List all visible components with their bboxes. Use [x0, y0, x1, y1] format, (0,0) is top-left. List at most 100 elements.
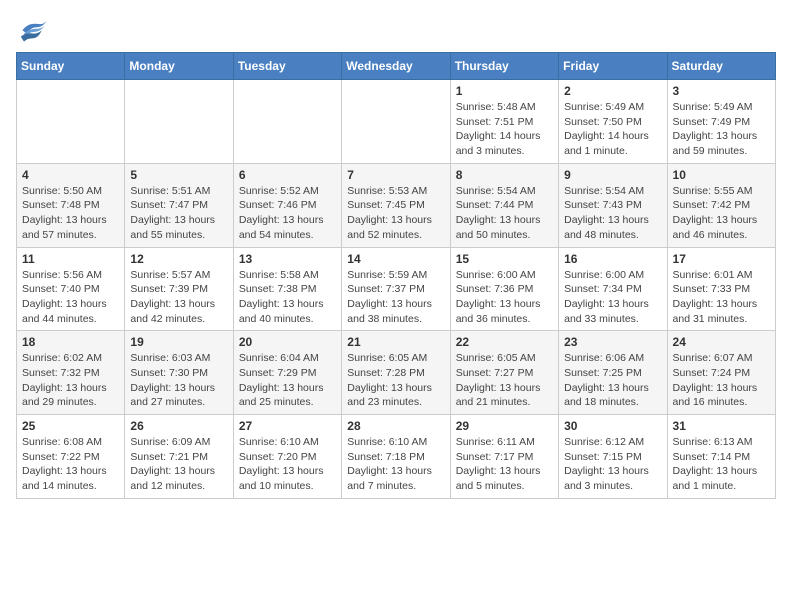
day-info: Sunrise: 6:01 AM Sunset: 7:33 PM Dayligh… [673, 268, 770, 327]
calendar-week-3: 11 Sunrise: 5:56 AM Sunset: 7:40 PM Dayli… [17, 247, 776, 331]
day-number: 28 [347, 419, 444, 433]
day-number: 15 [456, 252, 553, 266]
calendar-header-row: SundayMondayTuesdayWednesdayThursdayFrid… [17, 53, 776, 80]
day-number: 20 [239, 335, 336, 349]
day-info: Sunrise: 5:49 AM Sunset: 7:50 PM Dayligh… [564, 100, 661, 159]
calendar-cell: 29 Sunrise: 6:11 AM Sunset: 7:17 PM Dayli… [450, 415, 558, 499]
day-info: Sunrise: 6:13 AM Sunset: 7:14 PM Dayligh… [673, 435, 770, 494]
day-info: Sunrise: 5:54 AM Sunset: 7:43 PM Dayligh… [564, 184, 661, 243]
day-number: 30 [564, 419, 661, 433]
calendar-cell: 5 Sunrise: 5:51 AM Sunset: 7:47 PM Daylig… [125, 163, 233, 247]
day-info: Sunrise: 5:57 AM Sunset: 7:39 PM Dayligh… [130, 268, 227, 327]
calendar-table: SundayMondayTuesdayWednesdayThursdayFrid… [16, 52, 776, 499]
page-header [16, 16, 776, 44]
day-number: 12 [130, 252, 227, 266]
day-info: Sunrise: 5:51 AM Sunset: 7:47 PM Dayligh… [130, 184, 227, 243]
calendar-cell [233, 80, 341, 164]
calendar-cell: 11 Sunrise: 5:56 AM Sunset: 7:40 PM Dayli… [17, 247, 125, 331]
calendar-week-2: 4 Sunrise: 5:50 AM Sunset: 7:48 PM Daylig… [17, 163, 776, 247]
day-number: 13 [239, 252, 336, 266]
day-info: Sunrise: 6:05 AM Sunset: 7:28 PM Dayligh… [347, 351, 444, 410]
day-number: 11 [22, 252, 119, 266]
calendar-cell: 12 Sunrise: 5:57 AM Sunset: 7:39 PM Dayli… [125, 247, 233, 331]
day-number: 17 [673, 252, 770, 266]
calendar-cell: 27 Sunrise: 6:10 AM Sunset: 7:20 PM Dayli… [233, 415, 341, 499]
day-number: 23 [564, 335, 661, 349]
day-info: Sunrise: 5:52 AM Sunset: 7:46 PM Dayligh… [239, 184, 336, 243]
calendar-cell: 6 Sunrise: 5:52 AM Sunset: 7:46 PM Daylig… [233, 163, 341, 247]
calendar-cell: 13 Sunrise: 5:58 AM Sunset: 7:38 PM Dayli… [233, 247, 341, 331]
day-info: Sunrise: 6:04 AM Sunset: 7:29 PM Dayligh… [239, 351, 336, 410]
day-info: Sunrise: 6:10 AM Sunset: 7:18 PM Dayligh… [347, 435, 444, 494]
calendar-cell: 26Sunrise: 6:09 AM Sunset: 7:21 PM Dayli… [125, 415, 233, 499]
day-of-week-thursday: Thursday [450, 53, 558, 80]
calendar-cell: 25 Sunrise: 6:08 AM Sunset: 7:22 PM Dayli… [17, 415, 125, 499]
day-number: 29 [456, 419, 553, 433]
day-info: Sunrise: 6:02 AM Sunset: 7:32 PM Dayligh… [22, 351, 119, 410]
day-number: 26 [130, 419, 227, 433]
day-number: 10 [673, 168, 770, 182]
calendar-cell: 23 Sunrise: 6:06 AM Sunset: 7:25 PM Dayli… [559, 331, 667, 415]
day-number: 22 [456, 335, 553, 349]
day-number: 14 [347, 252, 444, 266]
day-of-week-sunday: Sunday [17, 53, 125, 80]
logo-icon [16, 16, 48, 44]
day-number: 31 [673, 419, 770, 433]
calendar-cell: 28 Sunrise: 6:10 AM Sunset: 7:18 PM Dayli… [342, 415, 450, 499]
day-number: 2 [564, 84, 661, 98]
day-info: Sunrise: 6:12 AM Sunset: 7:15 PM Dayligh… [564, 435, 661, 494]
day-info: Sunrise: 5:53 AM Sunset: 7:45 PM Dayligh… [347, 184, 444, 243]
calendar-cell: 17 Sunrise: 6:01 AM Sunset: 7:33 PM Dayli… [667, 247, 775, 331]
day-number: 5 [130, 168, 227, 182]
day-number: 9 [564, 168, 661, 182]
day-info: Sunrise: 5:50 AM Sunset: 7:48 PM Dayligh… [22, 184, 119, 243]
calendar-cell: 22 Sunrise: 6:05 AM Sunset: 7:27 PM Dayli… [450, 331, 558, 415]
day-info: Sunrise: 5:58 AM Sunset: 7:38 PM Dayligh… [239, 268, 336, 327]
day-number: 8 [456, 168, 553, 182]
day-number: 6 [239, 168, 336, 182]
day-info: Sunrise: 6:11 AM Sunset: 7:17 PM Dayligh… [456, 435, 553, 494]
day-info: Sunrise: 5:55 AM Sunset: 7:42 PM Dayligh… [673, 184, 770, 243]
day-number: 21 [347, 335, 444, 349]
calendar-cell [125, 80, 233, 164]
day-number: 1 [456, 84, 553, 98]
calendar-week-1: 1 Sunrise: 5:48 AM Sunset: 7:51 PM Daylig… [17, 80, 776, 164]
day-info: Sunrise: 6:00 AM Sunset: 7:34 PM Dayligh… [564, 268, 661, 327]
day-number: 19 [130, 335, 227, 349]
calendar-cell: 9 Sunrise: 5:54 AM Sunset: 7:43 PM Daylig… [559, 163, 667, 247]
day-info: Sunrise: 5:49 AM Sunset: 7:49 PM Dayligh… [673, 100, 770, 159]
day-number: 4 [22, 168, 119, 182]
day-info: Sunrise: 6:08 AM Sunset: 7:22 PM Dayligh… [22, 435, 119, 494]
day-info: Sunrise: 5:56 AM Sunset: 7:40 PM Dayligh… [22, 268, 119, 327]
calendar-cell: 10 Sunrise: 5:55 AM Sunset: 7:42 PM Dayli… [667, 163, 775, 247]
day-number: 24 [673, 335, 770, 349]
day-info: Sunrise: 6:00 AM Sunset: 7:36 PM Dayligh… [456, 268, 553, 327]
logo [16, 16, 50, 44]
day-number: 27 [239, 419, 336, 433]
calendar-cell: 20 Sunrise: 6:04 AM Sunset: 7:29 PM Dayli… [233, 331, 341, 415]
day-info: Sunrise: 5:59 AM Sunset: 7:37 PM Dayligh… [347, 268, 444, 327]
calendar-cell: 19Sunrise: 6:03 AM Sunset: 7:30 PM Dayli… [125, 331, 233, 415]
calendar-cell: 4 Sunrise: 5:50 AM Sunset: 7:48 PM Daylig… [17, 163, 125, 247]
calendar-cell: 2 Sunrise: 5:49 AM Sunset: 7:50 PM Daylig… [559, 80, 667, 164]
day-number: 25 [22, 419, 119, 433]
day-number: 7 [347, 168, 444, 182]
day-info: Sunrise: 6:06 AM Sunset: 7:25 PM Dayligh… [564, 351, 661, 410]
day-info: Sunrise: 6:05 AM Sunset: 7:27 PM Dayligh… [456, 351, 553, 410]
day-info: Sunrise: 6:07 AM Sunset: 7:24 PM Dayligh… [673, 351, 770, 410]
day-info: Sunrise: 5:54 AM Sunset: 7:44 PM Dayligh… [456, 184, 553, 243]
calendar-cell: 24 Sunrise: 6:07 AM Sunset: 7:24 PM Dayli… [667, 331, 775, 415]
day-of-week-wednesday: Wednesday [342, 53, 450, 80]
calendar-cell: 1 Sunrise: 5:48 AM Sunset: 7:51 PM Daylig… [450, 80, 558, 164]
calendar-cell: 18 Sunrise: 6:02 AM Sunset: 7:32 PM Dayli… [17, 331, 125, 415]
day-number: 3 [673, 84, 770, 98]
day-number: 16 [564, 252, 661, 266]
day-info: Sunrise: 6:10 AM Sunset: 7:20 PM Dayligh… [239, 435, 336, 494]
day-number: 18 [22, 335, 119, 349]
day-of-week-tuesday: Tuesday [233, 53, 341, 80]
day-of-week-saturday: Saturday [667, 53, 775, 80]
day-of-week-monday: Monday [125, 53, 233, 80]
day-of-week-friday: Friday [559, 53, 667, 80]
day-info: Sunrise: 5:48 AM Sunset: 7:51 PM Dayligh… [456, 100, 553, 159]
calendar-cell: 14 Sunrise: 5:59 AM Sunset: 7:37 PM Dayli… [342, 247, 450, 331]
